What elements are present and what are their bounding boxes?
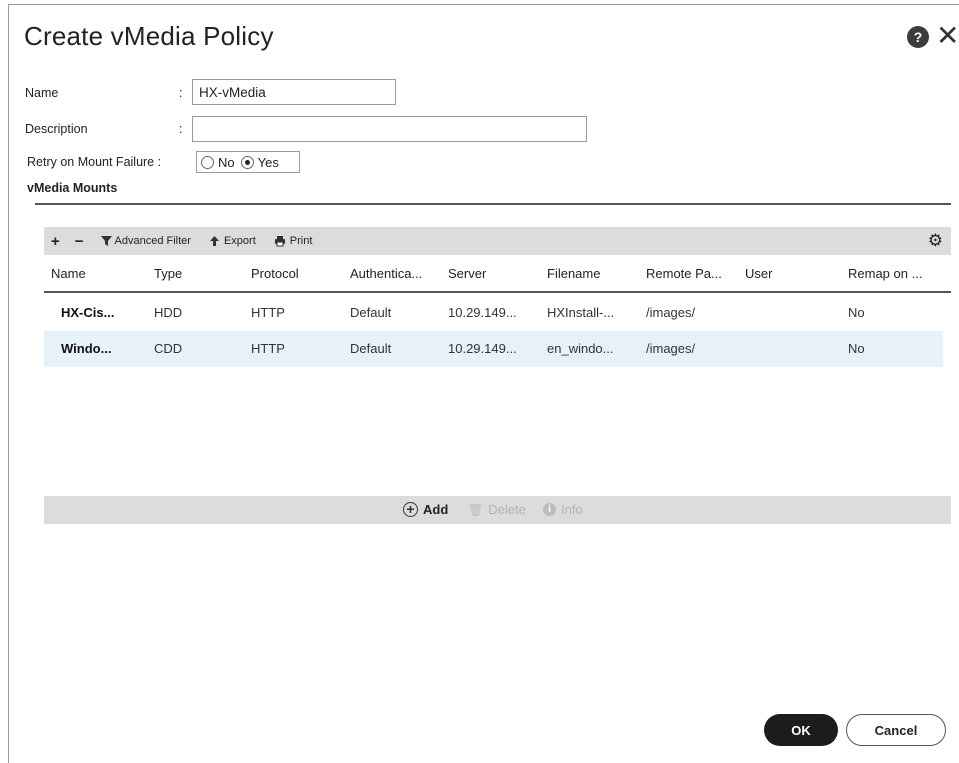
filter-icon xyxy=(100,236,112,246)
name-colon: : xyxy=(179,86,183,100)
dialog-title: Create vMedia Policy xyxy=(24,21,274,51)
cell-filename: en_windo... xyxy=(547,341,614,356)
retry-no-label: No xyxy=(218,154,235,170)
column-header-name[interactable]: Name xyxy=(51,266,86,281)
name-field[interactable] xyxy=(192,79,396,105)
description-label: Description xyxy=(25,122,88,136)
table-action-bar: + Add 🗑 Delete i Info xyxy=(44,496,951,524)
column-header-filename[interactable]: Filename xyxy=(547,266,600,281)
cell-remap: No xyxy=(848,341,865,356)
ok-button[interactable]: OK xyxy=(764,714,838,746)
column-header-protocol[interactable]: Protocol xyxy=(251,266,299,281)
description-field[interactable] xyxy=(192,116,587,142)
cell-name: HX-Cis... xyxy=(61,305,115,320)
add-label: Add xyxy=(423,502,449,517)
cell-authentication: Default xyxy=(350,305,392,320)
radio-unchecked-icon xyxy=(201,155,214,169)
cell-authentication: Default xyxy=(350,341,392,356)
retry-yes-label: Yes xyxy=(257,154,279,170)
description-colon: : xyxy=(179,122,183,136)
print-button[interactable]: Print xyxy=(274,235,313,247)
info-icon: i xyxy=(543,503,556,516)
cell-name: Windo... xyxy=(61,341,112,356)
info-label: Info xyxy=(561,502,583,517)
add-button[interactable]: + Add xyxy=(403,502,448,517)
gear-icon[interactable]: ⚙ xyxy=(928,231,943,251)
column-header-server[interactable]: Server xyxy=(448,266,486,281)
cell-server: 10.29.149... xyxy=(448,341,517,356)
cell-server: 10.29.149... xyxy=(448,305,517,320)
print-icon xyxy=(274,236,285,247)
cell-remote-path: /images/ xyxy=(646,341,696,356)
minus-icon: − xyxy=(74,232,84,250)
column-header-authentication[interactable]: Authentica... xyxy=(350,266,422,281)
export-label: Export xyxy=(223,235,256,247)
cell-type: HDD xyxy=(154,305,183,320)
radio-checked-icon xyxy=(240,155,254,169)
name-label: Name xyxy=(25,86,59,100)
info-button[interactable]: i Info xyxy=(543,502,583,517)
cell-type: CDD xyxy=(154,341,183,356)
print-label: Print xyxy=(289,235,313,247)
help-icon[interactable]: ? xyxy=(907,26,929,48)
advanced-filter-label: Advanced Filter xyxy=(114,235,191,247)
delete-button[interactable]: 🗑 Delete xyxy=(468,502,526,517)
cell-protocol: HTTP xyxy=(251,341,285,356)
retry-no-radio[interactable]: No xyxy=(201,155,235,170)
add-circle-icon: + xyxy=(403,502,418,517)
create-vmedia-policy-dialog: Create vMedia Policy ? ✕ Name : Descript… xyxy=(8,4,959,763)
retry-radio-group: No Yes xyxy=(196,151,300,173)
section-divider xyxy=(35,203,951,205)
cell-remote-path: /images/ xyxy=(646,305,696,320)
column-header-remote-path[interactable]: Remote Pa... xyxy=(646,266,722,281)
advanced-filter-button[interactable]: Advanced Filter xyxy=(100,235,191,247)
table-row[interactable]: Windo... CDD HTTP Default 10.29.149... e… xyxy=(44,331,943,367)
add-row-button[interactable]: + xyxy=(51,233,62,250)
plus-icon: + xyxy=(51,232,60,250)
export-button[interactable]: Export xyxy=(209,235,256,247)
table-toolbar: + − Advanced Filter Export Print ⚙ xyxy=(44,227,951,255)
export-icon xyxy=(209,236,219,246)
cell-protocol: HTTP xyxy=(251,305,285,320)
retry-yes-radio[interactable]: Yes xyxy=(240,154,279,170)
remove-row-button[interactable]: − xyxy=(75,233,86,250)
cell-filename: HXInstall-... xyxy=(547,305,615,320)
close-icon[interactable]: ✕ xyxy=(936,22,959,50)
table-header: Name Type Protocol Authentica... Server … xyxy=(44,255,951,293)
column-header-type[interactable]: Type xyxy=(154,266,182,281)
column-header-user[interactable]: User xyxy=(745,266,772,281)
trash-icon: 🗑 xyxy=(468,502,484,517)
cell-remap: No xyxy=(848,305,865,320)
table-row[interactable]: HX-Cis... HDD HTTP Default 10.29.149... … xyxy=(44,295,943,331)
column-header-remap[interactable]: Remap on ... xyxy=(848,266,922,281)
retry-label: Retry on Mount Failure : xyxy=(27,155,162,169)
cancel-button[interactable]: Cancel xyxy=(846,714,946,746)
vmedia-mounts-title: vMedia Mounts xyxy=(27,181,118,195)
delete-label: Delete xyxy=(488,502,526,517)
